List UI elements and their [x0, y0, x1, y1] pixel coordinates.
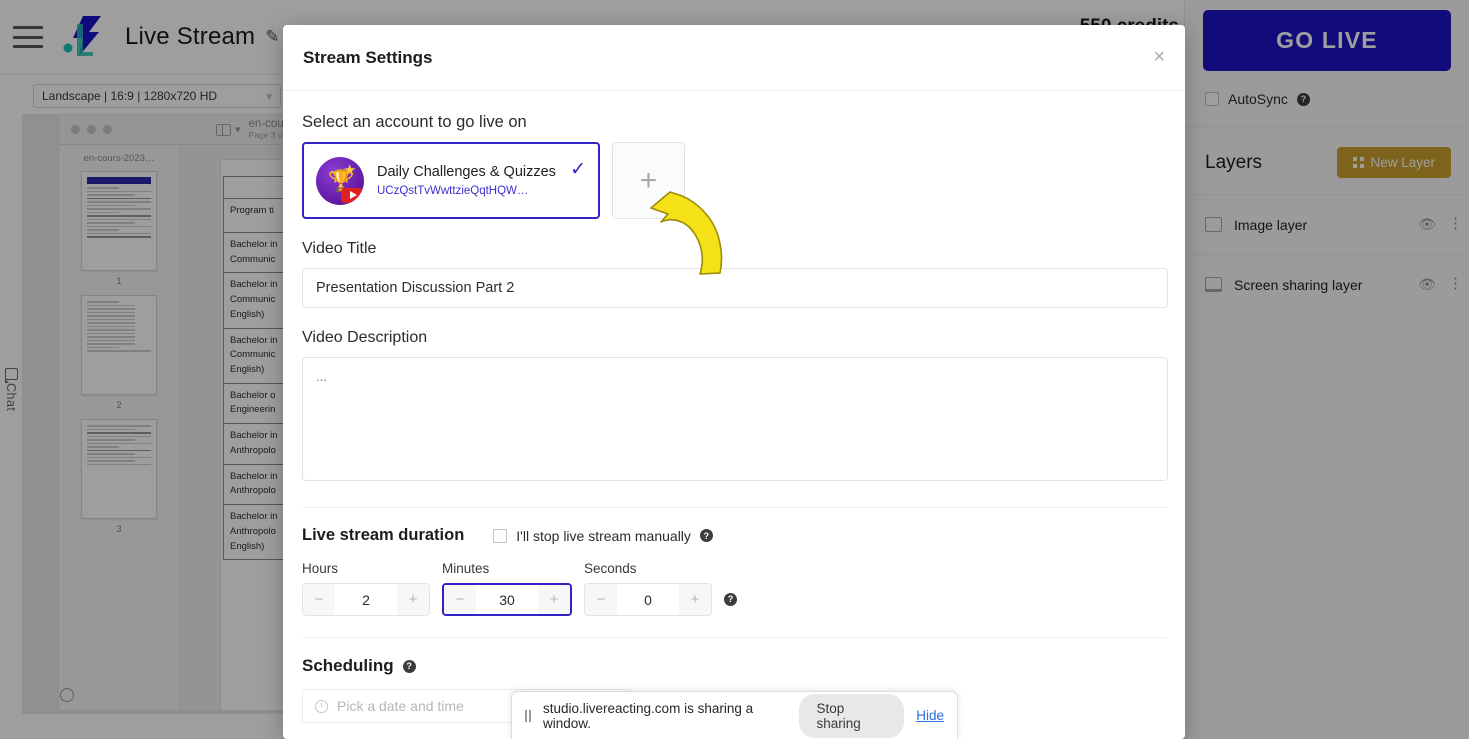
clock-icon — [315, 699, 328, 713]
video-title-label: Video Title — [302, 240, 377, 257]
schedule-placeholder: Pick a date and time — [337, 698, 464, 714]
screen-share-notification-bar: studio.livereacting.com is sharing a win… — [511, 691, 958, 739]
hours-decrement-button[interactable]: − — [303, 584, 335, 615]
hours-value[interactable]: 2 — [335, 584, 397, 615]
close-icon[interactable]: × — [1153, 46, 1165, 69]
minutes-decrement-button[interactable]: − — [444, 585, 476, 614]
account-row: ★ 🏆 Daily Challenges & Quizzes UCzQstTvW… — [302, 142, 1166, 219]
avatar: ★ 🏆 — [316, 156, 364, 205]
hours-stepper[interactable]: − 2 + — [302, 583, 430, 616]
video-title-section: Video Title — [302, 240, 1168, 308]
hours-label: Hours — [302, 561, 339, 576]
share-message: studio.livereacting.com is sharing a win… — [543, 700, 754, 731]
help-icon[interactable]: ? — [699, 529, 713, 542]
manual-stop-checkbox[interactable] — [493, 528, 508, 543]
duration-seconds: Seconds − 0 + — [584, 561, 712, 616]
seconds-label: Seconds — [584, 561, 637, 576]
minutes-increment-button[interactable]: + — [538, 585, 570, 614]
pause-icon — [525, 709, 531, 722]
stop-sharing-button[interactable]: Stop sharing — [799, 693, 905, 738]
video-description-section: Video Description — [302, 329, 1168, 486]
divider — [302, 507, 1166, 508]
divider — [302, 637, 1166, 638]
duration-minutes: Minutes − 30 + — [442, 561, 572, 616]
minutes-stepper[interactable]: − 30 + — [442, 583, 572, 616]
minutes-label: Minutes — [442, 561, 490, 576]
scheduling-title: Scheduling — [302, 656, 394, 675]
hide-button[interactable]: Hide — [916, 708, 944, 723]
duration-hours: Hours − 2 + — [302, 561, 430, 616]
video-title-input[interactable] — [302, 268, 1168, 308]
duration-title: Live stream duration — [302, 526, 465, 544]
account-card-selected[interactable]: ★ 🏆 Daily Challenges & Quizzes UCzQstTvW… — [302, 142, 600, 219]
account-info: Daily Challenges & Quizzes UCzQstTvWwttz… — [377, 163, 557, 199]
add-account-button[interactable]: + — [612, 142, 685, 219]
duration-help: ? — [724, 589, 737, 616]
video-description-label: Video Description — [302, 329, 428, 346]
account-section-label: Select an account to go live on — [302, 113, 527, 131]
manual-stop-row[interactable]: I'll stop live stream manually ? — [493, 528, 713, 544]
duration-header: Live stream duration I'll stop live stre… — [302, 526, 1166, 545]
help-icon[interactable]: ? — [724, 592, 737, 606]
scheduling-title-row: Scheduling ? — [302, 656, 1166, 676]
hours-increment-button[interactable]: + — [397, 584, 429, 615]
seconds-stepper[interactable]: − 0 + — [584, 583, 712, 616]
seconds-decrement-button[interactable]: − — [585, 584, 617, 615]
account-name: Daily Challenges & Quizzes — [377, 163, 556, 180]
account-id: UCzQstTvWwttzieQqtHQW… — [377, 184, 529, 197]
seconds-increment-button[interactable]: + — [679, 584, 711, 615]
dialog-header: Stream Settings × — [283, 25, 1185, 91]
duration-fields: Hours − 2 + Minutes − 30 + Seconds − 0 +… — [302, 561, 1166, 616]
seconds-value[interactable]: 0 — [617, 584, 679, 615]
youtube-icon — [341, 187, 363, 203]
minutes-value[interactable]: 30 — [476, 585, 538, 614]
stream-settings-dialog: Stream Settings × Select an account to g… — [283, 25, 1185, 739]
dialog-body: Select an account to go live on ★ 🏆 Dail… — [283, 91, 1185, 723]
help-icon[interactable]: ? — [402, 659, 416, 673]
manual-stop-label: I'll stop live stream manually — [516, 527, 691, 544]
check-icon: ✓ — [570, 159, 586, 180]
dialog-title: Stream Settings — [303, 47, 433, 67]
video-description-textarea[interactable] — [302, 357, 1168, 481]
